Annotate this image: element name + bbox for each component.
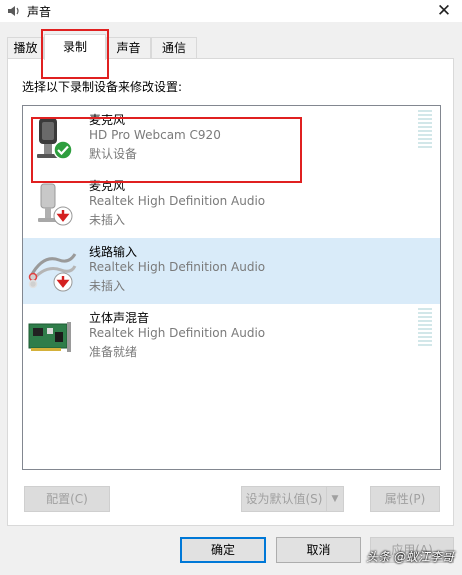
device-description: Realtek High Definition Audio <box>89 326 266 340</box>
unplugged-arrow-icon <box>53 206 73 226</box>
title-bar: 声音 ✕ <box>0 0 462 22</box>
window-title: 声音 <box>27 5 52 19</box>
device-status: 准备就绪 <box>89 345 138 359</box>
device-name: 麦克风 <box>89 113 126 127</box>
properties-button[interactable]: 属性(P) <box>370 486 440 512</box>
sound-card-icon <box>28 322 71 352</box>
default-check-icon <box>53 140 73 160</box>
level-meter <box>418 308 432 350</box>
device-item[interactable]: 麦克风 Realtek High Definition Audio 未插入 <box>23 172 440 238</box>
unplugged-arrow-icon <box>53 272 73 292</box>
level-meter <box>418 110 432 152</box>
chevron-down-icon[interactable]: ▼ <box>326 487 343 511</box>
close-button[interactable]: ✕ <box>434 1 454 21</box>
tab-playback[interactable]: 播放 <box>7 37 44 59</box>
device-description: Realtek High Definition Audio <box>89 260 266 274</box>
recording-panel: 选择以下录制设备来修改设置: 麦克风 HD Pro Webcam C920 默认… <box>7 58 454 526</box>
ok-button[interactable]: 确定 <box>180 537 266 563</box>
set-default-label: 设为默认值(S) <box>245 492 323 506</box>
device-list: 麦克风 HD Pro Webcam C920 默认设备 麦克风 Realtek … <box>22 105 441 470</box>
device-description: HD Pro Webcam C920 <box>89 128 221 142</box>
speaker-icon <box>8 6 19 16</box>
device-name: 立体声混音 <box>89 311 150 325</box>
device-name: 麦克风 <box>89 179 126 193</box>
device-status: 未插入 <box>89 279 126 293</box>
device-status: 未插入 <box>89 213 126 227</box>
device-item[interactable]: 线路输入 Realtek High Definition Audio 未插入 <box>23 238 440 304</box>
set-default-button[interactable]: 设为默认值(S) ▼ <box>241 486 344 512</box>
device-description: Realtek High Definition Audio <box>89 194 266 208</box>
instruction-text: 选择以下录制设备来修改设置: <box>22 80 183 94</box>
device-name: 线路输入 <box>89 245 138 259</box>
tab-communications[interactable]: 通信 <box>151 37 197 59</box>
watermark: 头条 @蚁江李哥 <box>366 550 454 564</box>
device-status: 默认设备 <box>89 147 138 161</box>
configure-button[interactable]: 配置(C) <box>24 486 110 512</box>
cancel-button[interactable]: 取消 <box>276 537 361 563</box>
device-item[interactable]: 立体声混音 Realtek High Definition Audio 准备就绪 <box>23 304 440 370</box>
device-item[interactable]: 麦克风 HD Pro Webcam C920 默认设备 <box>23 106 440 172</box>
tab-recording[interactable]: 录制 <box>44 34 106 60</box>
tab-sounds[interactable]: 声音 <box>106 37 151 59</box>
